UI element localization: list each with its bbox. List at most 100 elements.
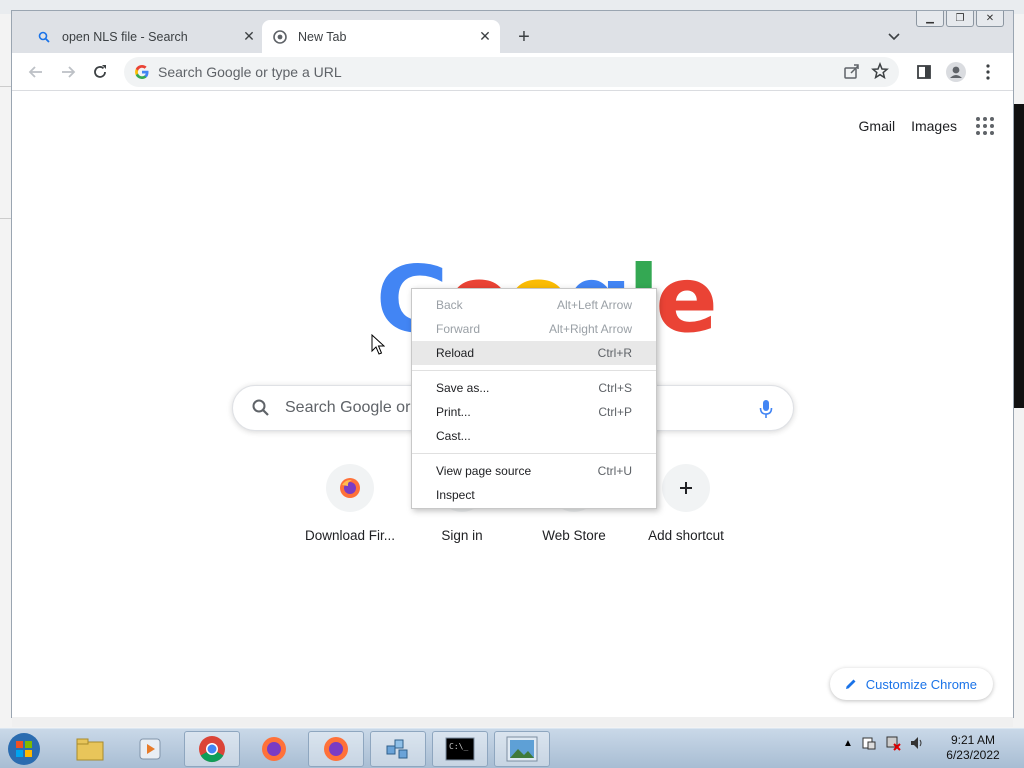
pencil-icon — [845, 679, 856, 689]
context-menu: Back Alt+Left Arrow Forward Alt+Right Arrow… — [411, 288, 657, 509]
close-tab-icon[interactable]: ✕ — [240, 28, 258, 46]
menu-item-reload[interactable]: Reload Ctrl+R — [412, 341, 656, 365]
taskbar-network[interactable] — [370, 731, 426, 767]
menu-item-print[interactable]: Print... Ctrl+P — [412, 400, 656, 424]
close-window-button[interactable]: ✕ — [976, 11, 1004, 27]
media-player-icon — [139, 738, 161, 760]
side-panel-icon — [917, 65, 931, 79]
chevron-down-icon — [888, 33, 900, 41]
taskbar: C:\_ ▲ 9:21 AM 6/23/2022 — [0, 728, 1024, 768]
taskbar-firefox[interactable] — [246, 731, 302, 767]
menu-item-label: Back — [436, 298, 463, 312]
network-status-icon[interactable] — [885, 735, 901, 751]
minimize-button[interactable]: ▁ — [916, 11, 944, 27]
clock-time: 9:21 AM — [950, 733, 996, 747]
menu-item-label: Reload — [436, 346, 475, 360]
omnibox-actions — [843, 62, 889, 80]
cmd-icon: C:\_ — [445, 737, 475, 761]
shortcut-icon — [326, 464, 374, 512]
menu-button[interactable] — [976, 60, 1000, 84]
taskbar-firefox[interactable] — [308, 731, 364, 767]
customize-label: Customize Chrome — [865, 676, 977, 692]
menu-item-label: View page source — [436, 464, 532, 478]
shortcut-label: Download Fir... — [304, 528, 396, 543]
shortcut-label: Web Store — [542, 528, 606, 543]
profile-button[interactable] — [944, 60, 968, 84]
gmail-link[interactable]: Gmail — [859, 118, 896, 134]
bookmark-star-icon — [871, 62, 889, 80]
menu-item-shortcut: Ctrl+R — [597, 346, 632, 360]
reload-button[interactable] — [88, 60, 112, 84]
menu-item-view-page-source[interactable]: View page source Ctrl+U — [412, 459, 656, 483]
menu-item-label: Cast... — [436, 429, 471, 443]
shortcut-label: Sign in — [441, 528, 483, 543]
side-panel-button[interactable] — [912, 60, 936, 84]
customize-chrome-button[interactable]: Customize Chrome — [829, 668, 993, 700]
menu-item-label: Forward — [436, 322, 481, 336]
forward-button[interactable] — [56, 60, 80, 84]
forward-arrow-icon — [62, 66, 76, 78]
volume-icon[interactable] — [909, 735, 925, 751]
taskbar-cmd[interactable]: C:\_ — [432, 731, 488, 767]
start-button[interactable] — [4, 731, 44, 767]
menu-item-cast[interactable]: Cast... — [412, 424, 656, 448]
clock-date: 6/23/2022 — [946, 748, 1000, 762]
chrome-icon — [199, 736, 225, 763]
menu-item-forward[interactable]: Forward Alt+Right Arrow — [412, 317, 656, 341]
new-tab-button[interactable]: + — [512, 25, 536, 49]
avatar-icon — [946, 62, 966, 82]
menu-item-save-as[interactable]: Save as... Ctrl+S — [412, 376, 656, 400]
show-hidden-icons-icon[interactable]: ▲ — [843, 738, 853, 749]
menu-separator — [412, 370, 656, 371]
menu-item-back[interactable]: Back Alt+Left Arrow — [412, 293, 656, 317]
horizontal-scrollbar[interactable] — [12, 717, 1013, 727]
menu-item-label: Save as... — [436, 381, 490, 395]
close-tab-icon[interactable]: ✕ — [476, 28, 494, 46]
menu-item-shortcut: Ctrl+U — [597, 464, 632, 478]
taskbar-chrome[interactable] — [184, 731, 240, 767]
action-center-icon[interactable] — [861, 735, 877, 751]
plus-icon — [680, 482, 692, 494]
address-input[interactable]: Search Google or type a URL — [158, 64, 342, 80]
shortcut-tile[interactable]: Download Fir... — [294, 464, 406, 543]
tab-search-button[interactable] — [884, 27, 904, 47]
taskbar-explorer[interactable] — [62, 731, 118, 767]
tab-title: open NLS file - Search — [62, 29, 188, 44]
shortcut-label: Add shortcut — [648, 528, 724, 543]
menu-item-shortcut: Alt+Left Arrow — [556, 298, 632, 312]
windows-start-icon — [8, 733, 40, 765]
taskbar-media-player[interactable] — [122, 731, 178, 767]
tab-strip: open NLS file - Search ✕ New Tab ✕ + ▁ ❐… — [12, 11, 1013, 53]
back-button[interactable] — [24, 60, 48, 84]
tab-search[interactable]: open NLS file - Search ✕ — [26, 20, 264, 53]
restore-button[interactable]: ❐ — [946, 11, 974, 27]
picture-viewer-icon — [506, 736, 538, 762]
taskbar-picture-viewer[interactable] — [494, 731, 550, 767]
background-window-edge — [1014, 104, 1024, 408]
windows-explorer-icon — [76, 738, 104, 761]
microphone-icon — [759, 400, 773, 418]
share-icon — [844, 64, 859, 79]
google-g-icon — [135, 65, 149, 79]
menu-item-shortcut: Ctrl+P — [598, 405, 632, 419]
toolbar: Search Google or type a URL — [12, 53, 1013, 91]
window-controls: ▁ ❐ ✕ — [916, 11, 1004, 27]
apps-grid-icon[interactable] — [973, 114, 997, 138]
ntp-search-input[interactable]: Search Google or t — [285, 399, 419, 417]
tab-title: New Tab — [298, 29, 347, 44]
address-bar[interactable]: Search Google or type a URL — [124, 57, 899, 87]
more-vert-icon — [986, 64, 990, 80]
menu-item-inspect[interactable]: Inspect — [412, 483, 656, 507]
back-arrow-icon — [28, 66, 42, 78]
logo-letter: e — [655, 246, 717, 353]
images-link[interactable]: Images — [911, 118, 957, 134]
shortcut-icon — [662, 464, 710, 512]
taskbar-clock[interactable]: 9:21 AM 6/23/2022 — [940, 733, 1006, 763]
menu-item-shortcut: Ctrl+S — [598, 381, 632, 395]
tab-new-tab[interactable]: New Tab ✕ — [262, 20, 500, 53]
menu-item-label: Print... — [436, 405, 471, 419]
mouse-cursor-icon — [371, 334, 385, 355]
menu-separator — [412, 453, 656, 454]
menu-item-label: Inspect — [436, 488, 475, 502]
firefox-icon — [262, 737, 286, 761]
